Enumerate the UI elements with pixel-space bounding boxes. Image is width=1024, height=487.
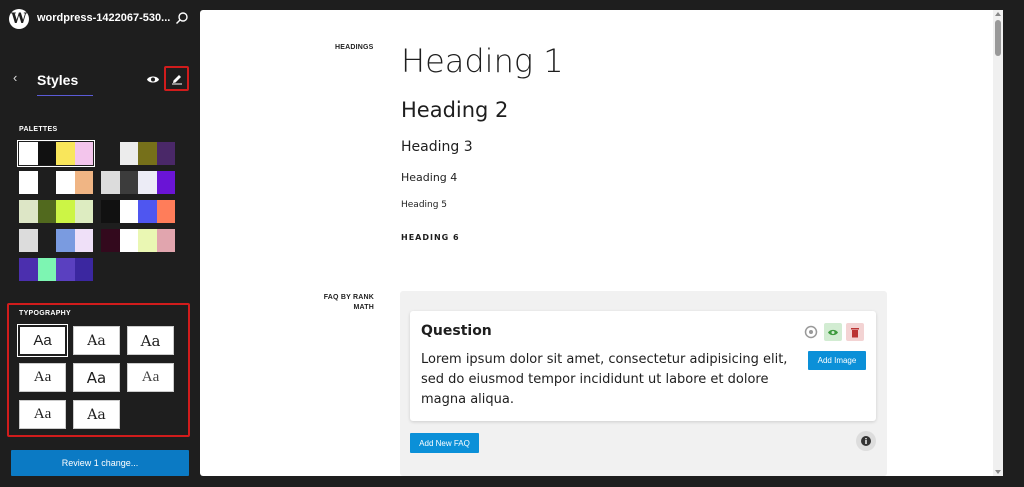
faq-question[interactable]: Question [421, 323, 492, 339]
font-option-5[interactable]: Aa [73, 363, 120, 392]
typography-label: TYPOGRAPHY [19, 310, 72, 317]
faq-block[interactable]: Question Lorem ipsum dolor sit amet, con… [400, 291, 887, 476]
heading-5[interactable]: Heading 5 [401, 200, 447, 210]
faq-answer[interactable]: Lorem ipsum dolor sit amet, consectetur … [421, 350, 801, 410]
sidebar: W wordpress-1422067-530... ‹ Styles PALE… [0, 0, 200, 487]
canvas-scrollbar[interactable] [993, 10, 1003, 476]
palette-swatch [101, 200, 120, 223]
palette-swatch [74, 142, 93, 165]
palette-swatch [101, 142, 120, 165]
palette-swatch [101, 229, 120, 252]
styles-header: ‹ Styles [0, 62, 200, 100]
add-image-button[interactable]: Add Image [808, 351, 866, 370]
settings-gear-icon[interactable] [802, 323, 820, 341]
heading-4[interactable]: Heading 4 [401, 171, 457, 184]
heading-1[interactable]: Heading 1 [401, 42, 564, 80]
edit-styles-button[interactable] [164, 66, 189, 91]
font-option-2[interactable]: Aa [73, 326, 120, 355]
palette-option-9[interactable] [19, 258, 93, 281]
pencil-icon [171, 74, 182, 84]
palette-swatch [119, 142, 138, 165]
palette-swatch [56, 171, 75, 194]
visibility-eye-icon[interactable] [824, 323, 842, 341]
palette-option-8[interactable] [101, 229, 175, 252]
heading-3[interactable]: Heading 3 [401, 139, 473, 155]
palette-swatch [74, 200, 93, 223]
palettes-label: PALETTES [19, 126, 58, 133]
palette-swatch [37, 200, 56, 223]
palette-option-3[interactable] [19, 171, 93, 194]
site-title[interactable]: wordpress-1422067-530... [37, 12, 170, 24]
palette-swatch [119, 200, 138, 223]
palette-swatch [156, 200, 175, 223]
palette-swatch [74, 258, 93, 281]
palette-option-4[interactable] [101, 171, 175, 194]
font-option-6[interactable]: Aa [127, 363, 174, 392]
palette-swatch [156, 171, 175, 194]
faq-item-toolbar [802, 323, 866, 341]
palette-swatch [138, 142, 157, 165]
palette-option-1[interactable] [17, 140, 95, 167]
scroll-up-arrow-icon[interactable] [995, 12, 1001, 16]
palette-swatch [138, 171, 157, 194]
topbar: W wordpress-1422067-530... [0, 0, 200, 38]
palette-swatch [74, 229, 93, 252]
search-icon[interactable] [175, 11, 189, 25]
palette-option-5[interactable] [19, 200, 93, 223]
palette-swatch [156, 142, 175, 165]
back-chevron-icon[interactable]: ‹ [13, 71, 25, 84]
font-option-3[interactable]: Aa [127, 326, 174, 355]
palette-swatch [37, 142, 56, 165]
scroll-thumb[interactable] [995, 20, 1001, 56]
add-new-faq-button[interactable]: Add New FAQ [410, 433, 479, 453]
editor-canvas[interactable]: HEADINGS Heading 1 Heading 2 Heading 3 H… [200, 10, 1003, 476]
wordpress-logo-icon[interactable]: W [9, 9, 29, 29]
palette-swatch [19, 142, 38, 165]
eye-icon[interactable] [146, 74, 160, 85]
font-option-7[interactable]: Aa [19, 400, 66, 429]
styles-title-underline [37, 95, 93, 96]
palette-swatch [138, 200, 157, 223]
palette-swatch [56, 200, 75, 223]
palette-swatch [37, 229, 56, 252]
palette-swatch [37, 258, 56, 281]
heading-6[interactable]: HEADING 6 [401, 233, 460, 242]
heading-2[interactable]: Heading 2 [401, 98, 508, 122]
palette-swatch [19, 258, 38, 281]
faq-block-label: FAQ BY RANK MATH [323, 294, 374, 311]
palette-swatch [138, 229, 157, 252]
palette-swatch [101, 171, 120, 194]
palette-swatch [119, 229, 138, 252]
info-icon[interactable] [856, 431, 876, 451]
review-changes-button[interactable]: Review 1 change... [11, 450, 189, 476]
styles-title: Styles [37, 72, 79, 88]
palette-swatch [37, 171, 56, 194]
palette-option-7[interactable] [19, 229, 93, 252]
headings-block-label: HEADINGS [335, 44, 374, 51]
palette-swatch [19, 229, 38, 252]
font-option-4[interactable]: Aa [19, 363, 66, 392]
faq-item[interactable]: Question Lorem ipsum dolor sit amet, con… [410, 311, 876, 421]
font-option-8[interactable]: Aa [73, 400, 120, 429]
palette-swatch [56, 142, 75, 165]
palette-swatch [56, 229, 75, 252]
font-option-1[interactable]: Aa [17, 324, 68, 357]
palette-swatch [56, 258, 75, 281]
palette-swatch [19, 200, 38, 223]
palette-swatch [119, 171, 138, 194]
palette-swatch [74, 171, 93, 194]
palette-swatch [19, 171, 38, 194]
palette-swatch [156, 229, 175, 252]
palette-option-6[interactable] [101, 200, 175, 223]
scroll-down-arrow-icon[interactable] [995, 470, 1001, 474]
delete-trash-icon[interactable] [846, 323, 864, 341]
palette-option-2[interactable] [101, 142, 175, 165]
